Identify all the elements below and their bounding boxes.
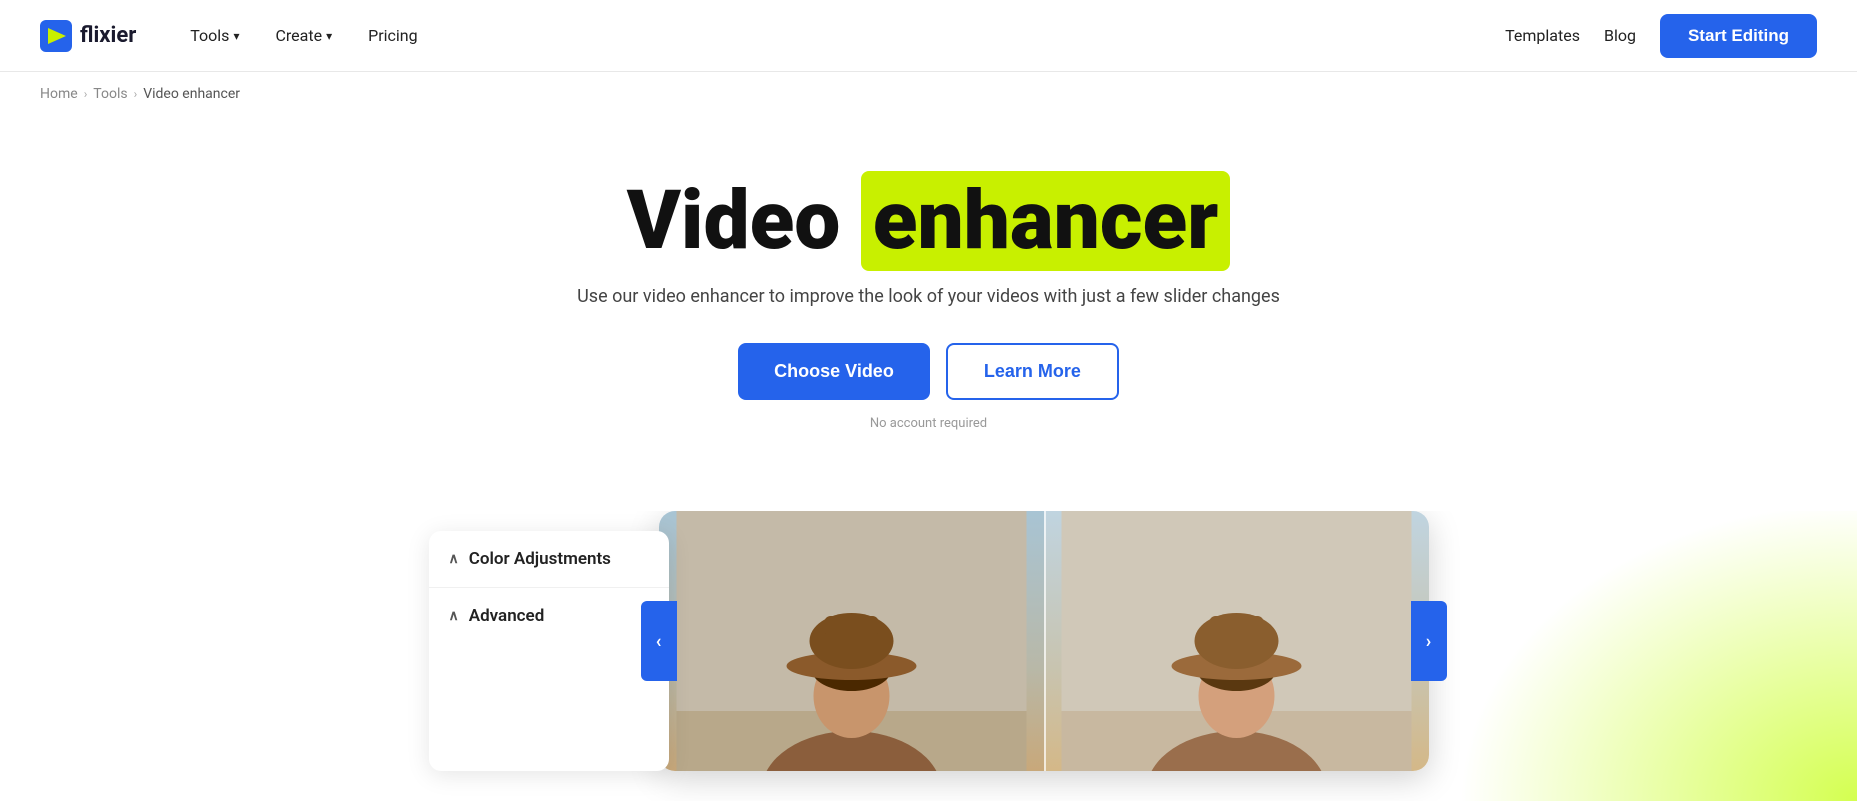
- video-arrow-right[interactable]: ›: [1411, 601, 1447, 681]
- video-preview: ‹: [659, 511, 1429, 771]
- logo-text: flixier: [80, 23, 136, 48]
- choose-video-button[interactable]: Choose Video: [738, 343, 930, 400]
- advanced-label: Advanced: [469, 606, 545, 626]
- logo[interactable]: flixier: [40, 20, 136, 52]
- learn-more-button[interactable]: Learn More: [946, 343, 1119, 400]
- nav-right: Templates Blog Start Editing: [1505, 14, 1817, 58]
- preview-section: ∧ Color Adjustments ∧ Advanced ‹: [0, 511, 1857, 801]
- video-left-half: [659, 511, 1044, 771]
- preview-container: ∧ Color Adjustments ∧ Advanced ‹: [429, 511, 1429, 771]
- logo-icon: [40, 20, 72, 52]
- hero-title: Video enhancer: [40, 176, 1817, 266]
- color-adjustments-label: Color Adjustments: [469, 549, 611, 569]
- chevron-up-icon: ∧: [449, 551, 459, 567]
- video-preview-inner: [659, 511, 1429, 771]
- nav-templates[interactable]: Templates: [1505, 26, 1580, 45]
- chevron-down-icon: ▾: [233, 29, 239, 43]
- breadcrumb-home[interactable]: Home: [40, 86, 78, 102]
- no-account-text: No account required: [40, 416, 1817, 431]
- sidebar-panel: ∧ Color Adjustments ∧ Advanced: [429, 531, 669, 771]
- breadcrumb: Home › Tools › Video enhancer: [0, 72, 1857, 116]
- chevron-up-icon-2: ∧: [449, 608, 459, 624]
- color-adjustments-item[interactable]: ∧ Color Adjustments: [429, 531, 669, 588]
- breadcrumb-current: Video enhancer: [143, 86, 240, 102]
- nav-pricing[interactable]: Pricing: [354, 18, 432, 53]
- advanced-item[interactable]: ∧ Advanced: [429, 588, 669, 644]
- start-editing-button[interactable]: Start Editing: [1660, 14, 1817, 58]
- navbar: flixier Tools ▾ Create ▾ Pricing Templat…: [0, 0, 1857, 72]
- hero-subtitle: Use our video enhancer to improve the lo…: [40, 286, 1817, 307]
- video-arrow-left[interactable]: ‹: [641, 601, 677, 681]
- hero-title-highlight: enhancer: [861, 171, 1231, 271]
- nav-create[interactable]: Create ▾: [261, 18, 346, 53]
- arrow-right-icon: ›: [1426, 631, 1431, 652]
- hero-section: Video enhancer Use our video enhancer to…: [0, 116, 1857, 471]
- nav-blog[interactable]: Blog: [1604, 26, 1636, 45]
- chevron-down-icon: ▾: [326, 29, 332, 43]
- breadcrumb-sep-1: ›: [84, 87, 88, 101]
- hero-title-part1: Video: [627, 173, 861, 269]
- arrow-left-icon: ‹: [656, 631, 662, 652]
- video-right-half: [1044, 511, 1429, 771]
- glow-effect: [1457, 511, 1857, 801]
- breadcrumb-sep-2: ›: [134, 87, 138, 101]
- nav-tools[interactable]: Tools ▾: [176, 18, 253, 53]
- hero-buttons: Choose Video Learn More: [40, 343, 1817, 400]
- nav-links: Tools ▾ Create ▾ Pricing: [176, 18, 1505, 53]
- breadcrumb-tools[interactable]: Tools: [93, 86, 127, 102]
- split-divider: [1044, 511, 1046, 771]
